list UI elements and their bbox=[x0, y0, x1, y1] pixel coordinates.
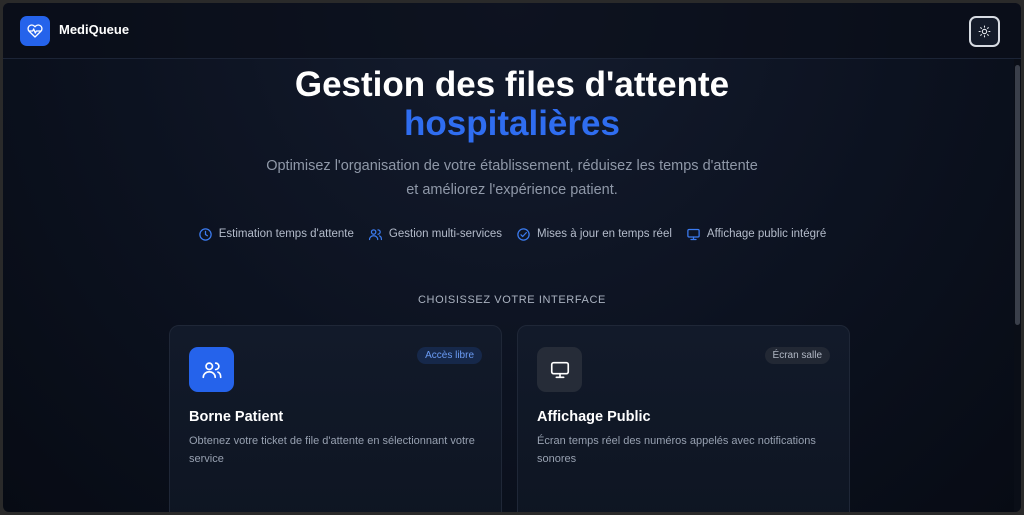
sun-icon bbox=[978, 25, 991, 38]
card-public-display[interactable]: Écran salle Affichage Public Écran temps… bbox=[517, 325, 850, 512]
card-icon-box bbox=[189, 347, 234, 392]
users-icon bbox=[368, 228, 382, 240]
clock-icon bbox=[199, 227, 212, 241]
card-description: Écran temps réel des numéros appelés ave… bbox=[537, 435, 816, 465]
feature-label: Estimation temps d'attente bbox=[218, 228, 354, 240]
feature-item-multi-service: Gestion multi-services bbox=[368, 224, 502, 244]
heart-pulse-icon bbox=[27, 24, 43, 38]
status-badge: Écran salle bbox=[764, 347, 830, 364]
brand-name[interactable]: MediQueue bbox=[59, 22, 129, 37]
feature-item-realtime: Mises à jour en temps réel bbox=[516, 224, 672, 244]
feature-label: Mises à jour en temps réel bbox=[537, 228, 672, 240]
card-title: Borne Patient bbox=[189, 409, 284, 425]
top-bar: MediQueue bbox=[3, 3, 1021, 59]
card-icon-box bbox=[537, 347, 582, 392]
check-circle-icon bbox=[517, 227, 530, 241]
feature-label: Gestion multi-services bbox=[388, 228, 503, 240]
status-badge: Accès libre bbox=[417, 347, 482, 364]
feature-item-wait-estimate: Estimation temps d'attente bbox=[198, 224, 354, 244]
hero-title-highlight: hospitalières bbox=[404, 104, 620, 143]
theme-toggle-button[interactable] bbox=[969, 16, 1000, 47]
feature-item-public-display: Affichage public intégré bbox=[686, 224, 826, 244]
monitor-icon bbox=[687, 228, 700, 240]
app-window: MediQueue Gestion des files d'attente ho… bbox=[3, 3, 1021, 512]
hero-title: Gestion des files d'attente bbox=[294, 65, 730, 104]
users-icon bbox=[201, 361, 222, 378]
card-description: Obtenez votre ticket de file d'attente e… bbox=[189, 435, 475, 465]
logo[interactable] bbox=[20, 16, 50, 46]
feature-label: Affichage public intégré bbox=[706, 228, 827, 240]
section-heading: CHOISISSEZ VOTRE INTERFACE bbox=[418, 294, 606, 306]
card-title: Affichage Public bbox=[537, 409, 651, 425]
card-patient-kiosk[interactable]: Accès libre Borne Patient Obtenez votre … bbox=[169, 325, 502, 512]
hero-subtitle: Optimisez l'organisation de votre établi… bbox=[266, 158, 758, 198]
feature-list: Estimation temps d'attente Gestion multi… bbox=[3, 224, 1021, 244]
monitor-icon bbox=[550, 361, 569, 378]
